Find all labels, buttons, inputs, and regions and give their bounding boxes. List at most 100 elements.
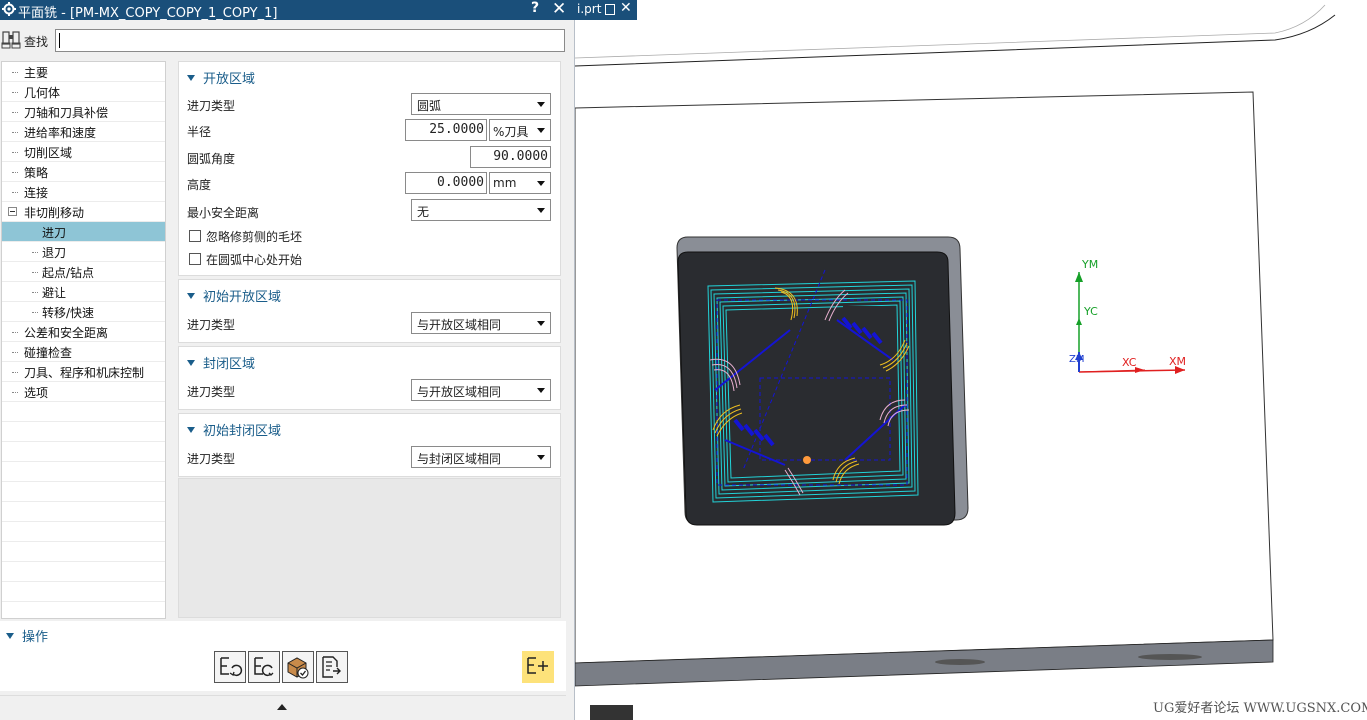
nav-item-collision-check[interactable]: 碰撞检查 — [2, 342, 165, 362]
toolpath-extend-button[interactable] — [522, 651, 554, 683]
axis-label-zm: ZM — [1069, 354, 1085, 365]
nav-item-avoidance[interactable]: 避让 — [2, 282, 165, 302]
nav-empty-row — [2, 462, 165, 482]
height-unit-select[interactable]: mm — [489, 172, 551, 194]
nav-item-main[interactable]: 主要 — [2, 62, 165, 82]
gear-icon — [2, 2, 16, 16]
list-button[interactable] — [316, 651, 348, 683]
axis-label-xm: XM — [1169, 355, 1187, 368]
open-area-header[interactable]: 开放区域 — [187, 68, 255, 87]
axis-label-xc: XC — [1122, 356, 1137, 369]
initial-closed-area-header[interactable]: 初始封闭区域 — [187, 420, 281, 439]
radius-input[interactable]: 25.0000 — [405, 119, 487, 141]
entry-type-label: 进刀类型 — [187, 385, 236, 399]
nav-empty-row — [2, 422, 165, 442]
operations-section: 操作 — [0, 621, 566, 691]
nav-item-transfer-rapid[interactable]: 转移/快速 — [2, 302, 165, 322]
model-view[interactable] — [575, 0, 1367, 720]
help-button[interactable]: ? — [531, 0, 539, 16]
graphics-viewport[interactable]: YM YC ZM XC XM i.prt ✕ UG爱好者论坛 WWW.UGSNX… — [575, 0, 1367, 720]
axis-label-ym: YM — [1082, 258, 1099, 271]
nav-item-connections[interactable]: 连接 — [2, 182, 165, 202]
pocket-island — [843, 420, 895, 470]
nav-item-tool-program-machine[interactable]: 刀具、程序和机床控制 — [2, 362, 165, 382]
operations-header[interactable]: 操作 — [6, 626, 48, 645]
generate-button[interactable] — [214, 651, 246, 683]
list-output-icon — [322, 656, 341, 678]
part-edge — [575, 4, 1326, 59]
hole — [935, 659, 985, 665]
dropdown-arrow-icon — [537, 321, 545, 326]
nav-empty-row — [2, 542, 165, 562]
min-clearance-select[interactable]: 无 — [411, 199, 551, 221]
nav-empty-row — [2, 482, 165, 502]
hole — [1138, 654, 1202, 660]
nav-item-non-cutting-moves[interactable]: 非切削移动 — [2, 202, 165, 222]
pin-icon[interactable] — [605, 4, 615, 15]
replay-icon — [254, 657, 274, 677]
nav-item-start-drill-points[interactable]: 起点/钻点 — [2, 262, 165, 282]
nav-empty-row — [2, 562, 165, 582]
part-edge — [575, 14, 1336, 67]
axis-label-yc: YC — [1084, 305, 1098, 318]
open-area-group: 开放区域 进刀类型 圆弧 半径 25.0000 %刀具 圆弧角度 90.0000… — [178, 61, 561, 276]
collapse-up-icon — [277, 704, 287, 710]
ignore-trim-label: 忽略修剪侧的毛坯 — [206, 230, 303, 244]
closed-entry-type-select[interactable]: 与开放区域相同 — [411, 379, 551, 401]
entry-type-label: 进刀类型 — [187, 99, 236, 113]
arc-angle-input[interactable]: 90.0000 — [470, 146, 551, 168]
dialog-title: 平面铣 - [PM-MX_COPY_COPY_1_COPY_1] — [18, 6, 278, 21]
entry-type-select[interactable]: 圆弧 — [411, 93, 551, 115]
initial-open-entry-type-select[interactable]: 与开放区域相同 — [411, 312, 551, 334]
collapse-icon[interactable] — [8, 207, 17, 216]
watermark: UG爱好者论坛 WWW.UGSNX.COM — [1153, 701, 1367, 716]
collapse-triangle-icon — [187, 360, 195, 366]
start-at-arc-center-checkbox[interactable] — [189, 253, 201, 265]
replay-button[interactable] — [248, 651, 280, 683]
closed-area-header[interactable]: 封闭区域 — [187, 353, 255, 372]
dropdown-arrow-icon — [537, 388, 545, 393]
dialog-title-bar: 平面铣 - [PM-MX_COPY_COPY_1_COPY_1] ? ✕ — [0, 0, 575, 21]
search-input[interactable] — [55, 29, 565, 52]
nav-item-strategy[interactable]: 策略 — [2, 162, 165, 182]
close-button[interactable]: ✕ — [552, 0, 566, 19]
verify-button[interactable] — [282, 651, 314, 683]
collapse-triangle-icon — [187, 75, 195, 81]
generate-icon — [220, 657, 243, 677]
tab-close-button[interactable]: ✕ — [620, 0, 632, 16]
radius-unit-select[interactable]: %刀具 — [489, 119, 551, 141]
nav-empty-row — [2, 442, 165, 462]
nav-item-options[interactable]: 选项 — [2, 382, 165, 402]
dropdown-arrow-icon — [537, 455, 545, 460]
start-point-marker — [803, 456, 811, 464]
ignore-trim-checkbox[interactable] — [189, 230, 201, 242]
nav-empty-row — [2, 402, 165, 422]
initial-open-area-header[interactable]: 初始开放区域 — [187, 286, 281, 305]
collapse-bar[interactable] — [0, 695, 566, 720]
entry-type-label: 进刀类型 — [187, 452, 236, 466]
tab-label: i.prt — [577, 2, 602, 16]
arc-angle-label: 圆弧角度 — [187, 152, 236, 166]
height-input[interactable]: 0.0000 — [405, 172, 487, 194]
collapse-triangle-icon — [6, 633, 14, 639]
dialog-empty-area — [178, 478, 561, 618]
nav-item-engage[interactable]: 进刀 — [2, 222, 165, 242]
nav-item-tool-axis[interactable]: 刀轴和刀具补偿 — [2, 102, 165, 122]
plane-milling-dialog: 平面铣 - [PM-MX_COPY_COPY_1_COPY_1] ? ✕ 查找 … — [0, 0, 575, 720]
closed-area-group: 封闭区域 进刀类型 与开放区域相同 — [178, 346, 561, 410]
nav-item-geometry[interactable]: 几何体 — [2, 82, 165, 102]
binoculars-icon — [1, 31, 21, 49]
nav-item-cut-regions[interactable]: 切削区域 — [2, 142, 165, 162]
search-row: 查找 — [0, 22, 575, 56]
entry-type-label: 进刀类型 — [187, 318, 236, 332]
nav-item-tolerances[interactable]: 公差和安全距离 — [2, 322, 165, 342]
nav-item-retract[interactable]: 退刀 — [2, 242, 165, 262]
nav-empty-row — [2, 582, 165, 602]
height-label: 高度 — [187, 178, 212, 192]
initial-closed-entry-type-select[interactable]: 与封闭区域相同 — [411, 446, 551, 468]
search-label: 查找 — [24, 35, 49, 49]
collapse-triangle-icon — [187, 293, 195, 299]
part-file-tab[interactable]: i.prt ✕ — [575, 0, 637, 20]
toolpath-plus-icon — [527, 657, 548, 674]
nav-item-feeds-speeds[interactable]: 进给率和速度 — [2, 122, 165, 142]
